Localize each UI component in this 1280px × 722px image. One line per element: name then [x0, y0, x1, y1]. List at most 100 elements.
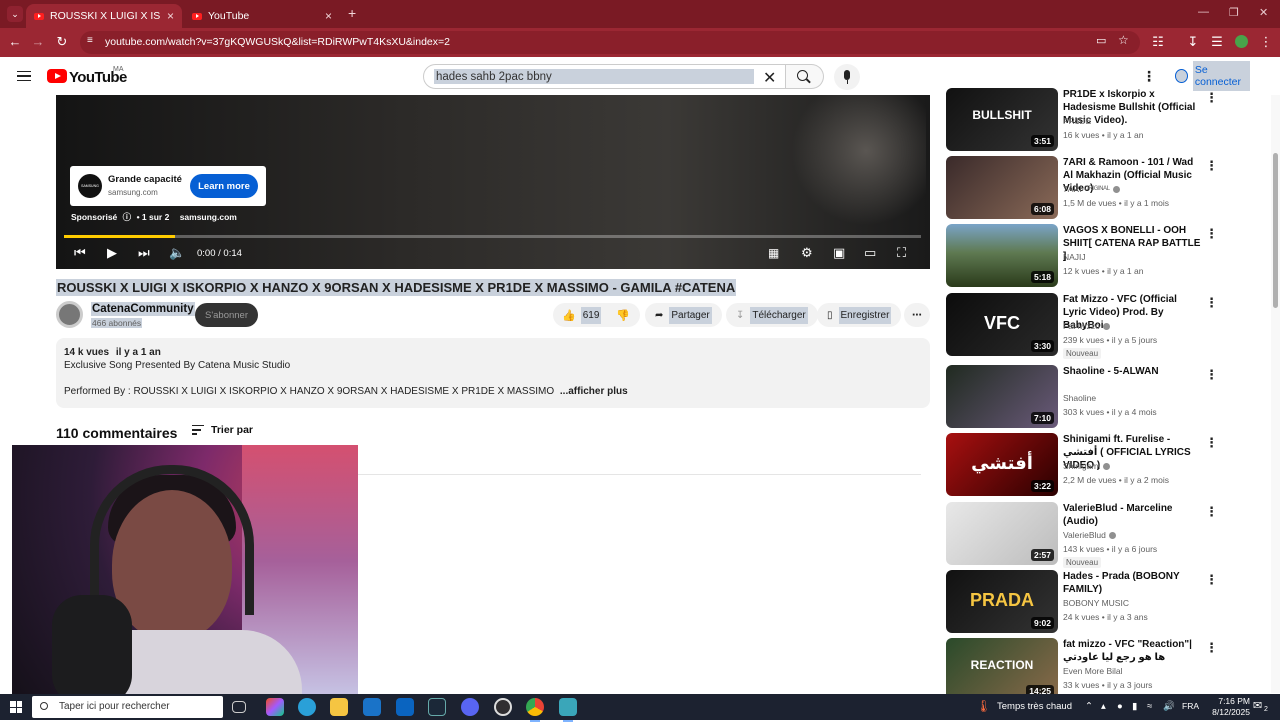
tab-close-icon[interactable]: × [325, 9, 332, 23]
settings-gear-icon[interactable]: ⚙ [801, 245, 813, 261]
obs-icon[interactable] [494, 698, 512, 716]
like-button[interactable]: 👍 619 [553, 306, 602, 324]
learn-more-button[interactable]: Learn more [190, 174, 258, 198]
related-video-channel[interactable]: PR1DE [1063, 116, 1091, 126]
show-more-link[interactable]: ...afficher plus [560, 386, 628, 397]
store-icon[interactable] [363, 698, 381, 716]
reload-icon[interactable]: ↻ [53, 34, 71, 50]
search-button[interactable] [786, 64, 824, 89]
dislike-button[interactable]: 👎 [616, 309, 640, 322]
settings-kebab-icon[interactable]: ⋮ [1142, 69, 1156, 83]
search-box[interactable]: ✕ [423, 64, 786, 89]
video-thumbnail[interactable]: 5:18 [946, 224, 1058, 287]
chrome-menu-icon[interactable]: ⋮ [1257, 34, 1275, 50]
related-video-item[interactable]: 6:08 7ARI & Ramoon - 101 / Wad Al Makhazi… [946, 156, 1271, 220]
weather-text[interactable]: Temps très chaud [997, 701, 1072, 712]
video-thumbnail[interactable]: BULLSHIT 3:51 [946, 88, 1058, 151]
video-player[interactable]: SAMSUNG Grande capacité samsung.com Lear… [56, 95, 930, 269]
sort-button[interactable]: Trier par [211, 424, 253, 436]
subscribe-button[interactable]: S'abonner [195, 303, 258, 327]
related-video-channel[interactable]: 7ARI ᴼᴿᴵᴳᴵᴺᴬᴸ [1063, 184, 1120, 194]
ad-card[interactable]: SAMSUNG Grande capacité samsung.com Lear… [70, 166, 266, 206]
next-icon[interactable]: ⏭ [138, 245, 150, 261]
previous-icon[interactable]: ⏮ [74, 245, 86, 261]
related-video-item[interactable]: REACTION 14:25 fat mizzo - VFC "Reaction"|… [946, 638, 1271, 702]
more-options-icon[interactable]: ⋮ [1205, 435, 1218, 451]
related-video-channel[interactable]: NAJIJ [1063, 252, 1086, 262]
video-thumbnail[interactable]: 2:57 [946, 502, 1058, 565]
language-indicator[interactable]: FRA [1182, 701, 1199, 711]
forward-icon[interactable]: → [29, 34, 47, 50]
chrome-taskbar-icon[interactable] [526, 698, 544, 722]
steam-icon[interactable] [428, 698, 446, 716]
related-video-title[interactable]: ValerieBlud - Marceline (Audio) [1063, 502, 1203, 528]
more-options-icon[interactable]: ⋮ [1205, 158, 1218, 174]
save-button[interactable]: ▯ Enregistrer [817, 303, 902, 327]
notification-icon[interactable]: ✉ [1253, 699, 1262, 712]
related-video-item[interactable]: 2:57 ValerieBlud - Marceline (Audio) Valer… [946, 502, 1271, 568]
related-video-item[interactable]: 5:18 VAGOS X BONELLI - OOH SHIIT[ CATENA … [946, 224, 1271, 288]
restore-icon[interactable]: ❐ [1229, 6, 1239, 19]
weather-icon[interactable]: 🌡 [976, 699, 991, 713]
new-tab-button[interactable]: + [348, 5, 356, 21]
clear-search-icon[interactable]: ✕ [763, 68, 776, 88]
related-video-title[interactable]: Hades - Prada (BOBONY FAMILY) [1063, 570, 1203, 596]
fullscreen-icon[interactable]: ⛶ [897, 245, 906, 261]
video-thumbnail[interactable]: 7:10 [946, 365, 1058, 428]
related-video-channel[interactable]: BOBONY MUSIC [1063, 598, 1129, 608]
tray-chevron-icon[interactable]: ⌃ [1085, 701, 1093, 712]
more-options-icon[interactable]: ⋮ [1205, 367, 1218, 383]
youtube-logo-icon[interactable] [47, 69, 67, 83]
back-icon[interactable]: ← [6, 34, 24, 50]
video-thumbnail[interactable]: أفتشي 3:22 [946, 433, 1058, 496]
edge-icon[interactable] [298, 698, 316, 716]
related-video-title[interactable]: fat mizzo - VFC "Reaction"| ها هو رجع لي… [1063, 638, 1203, 664]
discord-icon[interactable] [461, 698, 479, 716]
figma-icon[interactable] [266, 698, 284, 716]
subtitles-icon[interactable]: ▦ [768, 245, 779, 261]
related-video-item[interactable]: 7:10 Shaoline - 5-ALWAN Shaoline 303 k vues… [946, 365, 1271, 429]
task-view-icon[interactable] [232, 701, 246, 713]
address-bar[interactable]: ≡ youtube.com/watch?v=37gKQWGUSkQ&list=R… [80, 31, 1140, 54]
app-window-icon[interactable] [559, 698, 577, 722]
outlook-icon[interactable] [396, 698, 414, 716]
tab-video[interactable]: ROUSSKI X LUIGI X ISKORPIO X × [26, 4, 182, 28]
more-options-icon[interactable]: ⋮ [1205, 640, 1218, 656]
share-button[interactable]: ➦ Partager [645, 303, 722, 327]
minimize-icon[interactable]: — [1198, 6, 1209, 18]
related-video-item[interactable]: VFC 3:30 Fat Mizzo - VFC (Official Lyric V… [946, 293, 1271, 359]
windows-start-icon[interactable] [10, 701, 22, 713]
page-scrollbar[interactable] [1271, 95, 1280, 693]
voice-search-icon[interactable] [834, 64, 860, 90]
video-thumbnail[interactable]: PRADA 9:02 [946, 570, 1058, 633]
profile-avatar[interactable] [1235, 35, 1248, 48]
volume-icon[interactable]: 🔈 [169, 245, 185, 261]
related-video-item[interactable]: BULLSHIT 3:51 PR1DE x Iskorpio x Hadesisme… [946, 88, 1271, 152]
scrollbar-thumb[interactable] [1273, 153, 1278, 308]
channel-avatar[interactable] [56, 301, 83, 328]
related-video-channel[interactable]: Shinigami [1063, 461, 1111, 471]
more-options-icon[interactable]: ⋮ [1205, 572, 1218, 588]
video-thumbnail[interactable]: 6:08 [946, 156, 1058, 219]
install-app-icon[interactable]: ▭ [1096, 34, 1106, 47]
info-icon[interactable]: ⓘ [123, 212, 132, 222]
more-actions-button[interactable]: ⋯ [904, 303, 930, 327]
search-input[interactable] [434, 69, 754, 84]
description-box[interactable]: 14 k vues il y a 1 an Exclusive Song Pre… [56, 338, 930, 408]
channel-name[interactable]: CatenaCommunity [91, 302, 195, 316]
related-video-channel[interactable]: Even More Bilal [1063, 666, 1123, 676]
extensions-icon[interactable]: ☷ [1149, 34, 1167, 50]
battery-icon[interactable]: ▮ [1132, 701, 1137, 712]
related-video-item[interactable]: PRADA 9:02 Hades - Prada (BOBONY FAMILY) BO… [946, 570, 1271, 634]
related-video-channel[interactable]: ValerieBlud [1063, 530, 1116, 540]
progress-bar[interactable] [64, 235, 921, 238]
volume-tray-icon[interactable]: 🔊 [1163, 701, 1175, 712]
related-video-title[interactable]: Shaoline - 5-ALWAN [1063, 365, 1203, 378]
download-button[interactable]: ↧ Télécharger [726, 303, 818, 327]
sign-in-button[interactable]: Se connecter [1170, 61, 1250, 91]
more-options-icon[interactable]: ⋮ [1205, 504, 1218, 520]
file-explorer-icon[interactable] [330, 698, 348, 716]
more-options-icon[interactable]: ⋮ [1205, 226, 1218, 242]
microphone-tray-icon[interactable]: ● [1117, 701, 1123, 712]
guide-menu-icon[interactable] [17, 71, 31, 81]
